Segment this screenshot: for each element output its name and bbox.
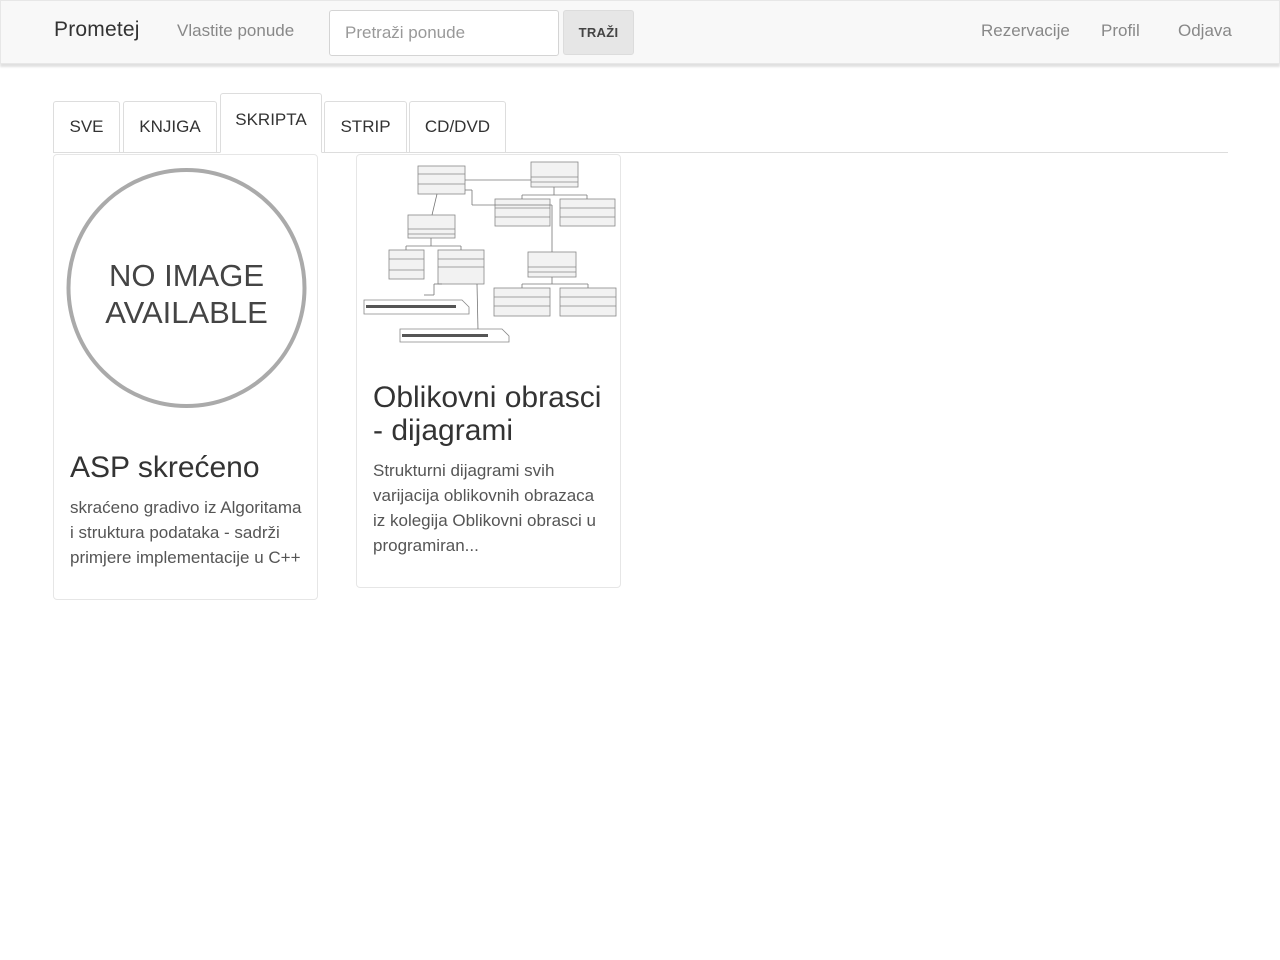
tab-strip[interactable]: STRIP: [324, 101, 407, 153]
nav-logout[interactable]: Odjava: [1178, 21, 1232, 41]
uml-diagram-thumbnail: [363, 161, 617, 343]
offer-card[interactable]: NO IMAGE AVAILABLE ASP skrećeno skraćeno…: [53, 154, 318, 600]
card-title[interactable]: Oblikovni obrasci - dijagrami: [373, 381, 601, 447]
card-description: Strukturni dijagrami svih varijacija obl…: [373, 461, 596, 555]
offer-card[interactable]: Oblikovni obrasci - dijagrami Strukturni…: [356, 154, 621, 588]
tab-knjiga[interactable]: KNJIGA: [123, 101, 217, 153]
search-button[interactable]: TRAŽI: [563, 10, 634, 55]
placeholder-text-line1: NO IMAGE: [109, 258, 264, 293]
top-navbar: Prometej Vlastite ponude TRAŽI Rezervaci…: [0, 0, 1280, 64]
card-title[interactable]: ASP skrećeno: [70, 451, 260, 484]
nav-profile[interactable]: Profil: [1101, 21, 1140, 41]
tab-skripta[interactable]: SKRIPTA: [220, 93, 322, 153]
search-input[interactable]: [329, 10, 559, 56]
placeholder-text-line2: AVAILABLE: [105, 295, 268, 330]
brand-link[interactable]: Prometej: [54, 18, 140, 42]
no-image-placeholder: NO IMAGE AVAILABLE: [66, 168, 307, 408]
nav-own-offers[interactable]: Vlastite ponude: [177, 21, 294, 41]
tab-sve[interactable]: SVE: [53, 101, 120, 153]
nav-reservations[interactable]: Rezervacije: [981, 21, 1070, 41]
tab-cd-dvd[interactable]: CD/DVD: [409, 101, 506, 153]
card-description: skraćeno gradivo iz Algoritama i struktu…: [70, 498, 302, 567]
